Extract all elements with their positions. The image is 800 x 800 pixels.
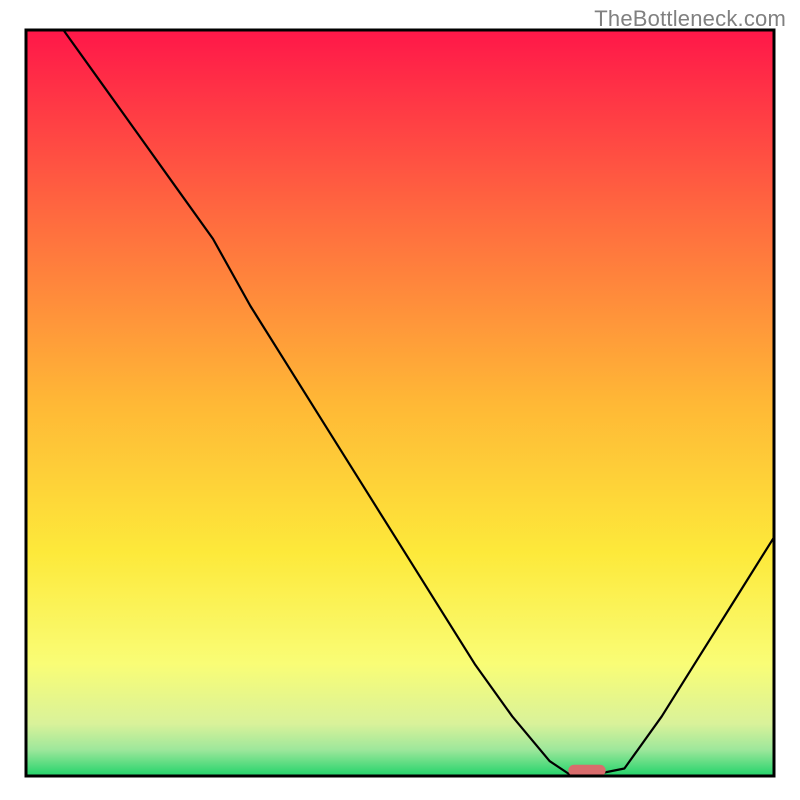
chart-stage: TheBottleneck.com: [0, 0, 800, 800]
plot-svg: [0, 0, 800, 800]
optimum-marker: [568, 765, 605, 776]
watermark-text: TheBottleneck.com: [594, 6, 786, 32]
gradient-background: [26, 30, 774, 776]
